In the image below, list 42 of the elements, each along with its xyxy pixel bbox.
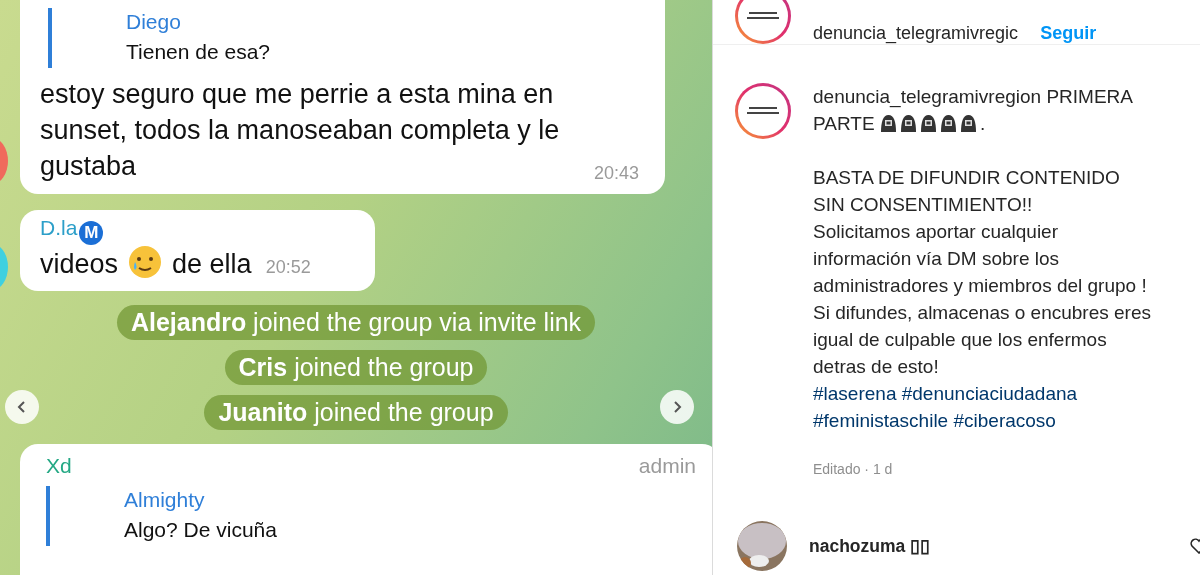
caption-title: PARTE [813,113,875,134]
caption-title: . [979,113,986,134]
profile-avatar[interactable] [735,83,791,139]
logo-icon [747,11,779,21]
reply-text: Tienen de esa? [126,39,271,65]
message-time: 20:52 [265,257,311,277]
message-time: 20:43 [593,163,639,184]
comment-username[interactable]: nachozuma ▯▯ [809,535,931,557]
hashtag-link[interactable]: #denunciaciudadana [901,383,1078,404]
next-button[interactable] [660,390,694,424]
profile-avatar[interactable] [735,0,791,44]
reply-author: Diego [126,9,182,35]
smiling-tear-face-icon [128,245,163,279]
message-author: D.la [40,216,78,239]
message-author: Xd [46,454,72,478]
hooded-figure-icon [899,114,917,132]
post-meta: Editado · 1 d [813,460,894,479]
previous-button[interactable] [5,390,39,424]
message-text: videos [40,249,119,279]
hooded-figure-icon [959,114,977,132]
service-message: Alejandro joined the group via invite link [116,305,596,340]
hashtag-link[interactable]: #feministaschile [813,410,949,431]
username[interactable]: denuncia_telegramivregic [813,23,1019,44]
hooded-figure-icon [879,114,897,132]
admin-label: admin [638,454,696,478]
hashtag-link[interactable]: #laserena [813,383,897,404]
reply-author: Almighty [124,487,206,513]
service-message: Juanito joined the group [204,395,508,430]
caption-text: Si difundes, almacenas o encubres eres igual de culpable que los enfermos detras de esto! [813,301,1151,379]
caption-text: BASTA DE DIFUNDIR CONTENIDO SIN CONSENTIMIENTO!! [813,166,1121,217]
caption-title: PRIMERA [1046,86,1132,107]
message-text: de ella [172,249,252,279]
service-message: Cris joined the group [224,350,488,385]
reply-text: Algo? De vicuña [124,517,278,543]
member-badge: M [79,221,104,245]
logo-icon [747,106,779,116]
caption-text: Solicitamos aportar cualquier información vía DM sobre los administradores y miembros del grupo ! [813,220,1148,298]
hooded-figure-icon [939,114,957,132]
caption-username[interactable]: denuncia_telegramivregion [813,86,1042,107]
message-text: estoy seguro que me perrie a esta mina en sunset, todos la manoseaban completa y le gustaba [40,78,561,183]
hooded-figure-icon [919,114,937,132]
hashtag-link[interactable]: #ciberacoso [953,410,1056,431]
